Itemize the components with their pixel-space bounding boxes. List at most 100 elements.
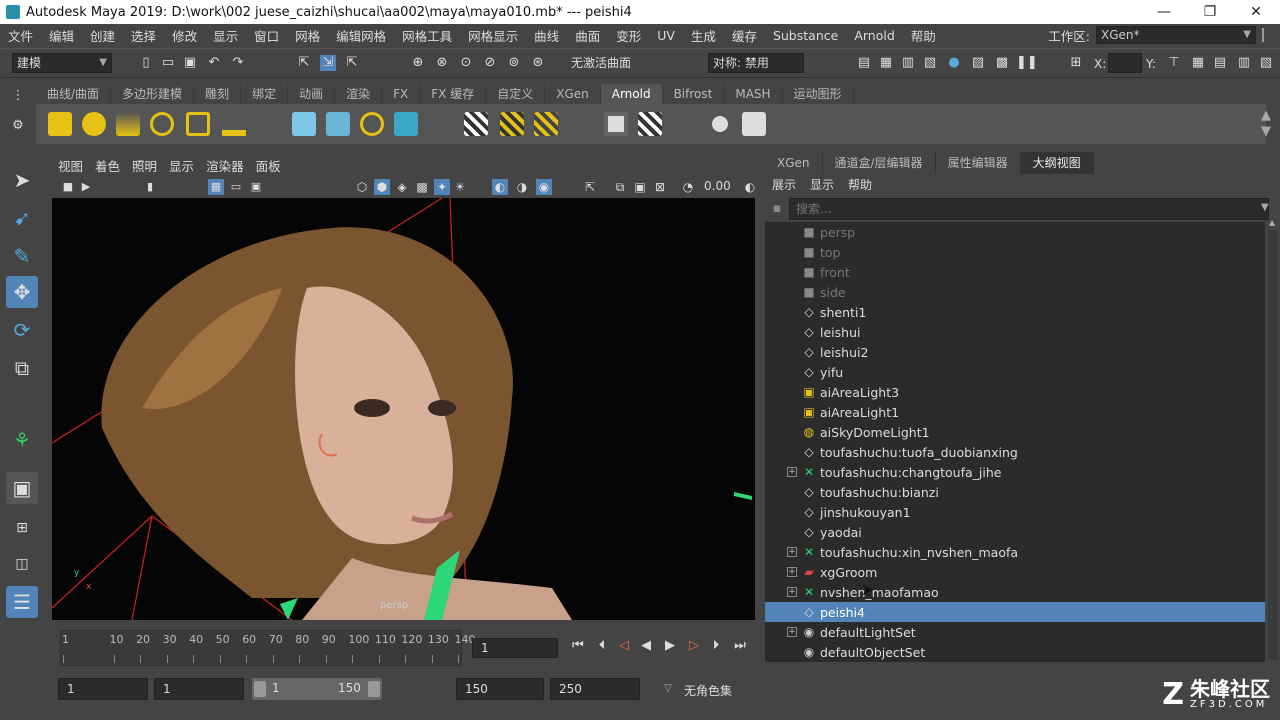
right-panel-tab[interactable]: XGen xyxy=(765,152,823,174)
hypershade-icon[interactable]: ● xyxy=(946,55,962,71)
viewport-menu-item[interactable]: 视图 xyxy=(52,156,89,175)
outliner-search-input[interactable] xyxy=(789,198,1269,220)
menu-item[interactable]: 变形 xyxy=(608,26,649,45)
lasso-tool-icon[interactable]: ➹ xyxy=(6,202,38,234)
expand-icon[interactable]: + xyxy=(787,587,797,597)
physical-sky-shelf-icon[interactable] xyxy=(222,112,246,136)
shelf-tab[interactable]: Arnold xyxy=(600,84,663,104)
select-object-icon[interactable]: ⇲ xyxy=(320,55,336,71)
expand-icon[interactable]: + xyxy=(787,467,797,477)
smooth-shade-icon[interactable]: ⬢ xyxy=(374,179,390,195)
grid-toggle-icon[interactable]: ▦ xyxy=(208,179,224,195)
outliner-menu-item[interactable]: 展示 xyxy=(765,176,803,193)
character-set-chevron-icon[interactable]: ▽ xyxy=(660,681,676,697)
timeline-track[interactable]: 1 10 20 30 40 50 60 70 80 90 100 110 120 130 140 xyxy=(60,630,475,666)
shelf-tab[interactable]: MASH xyxy=(724,84,783,104)
shelf-tab[interactable]: FX 缓存 xyxy=(420,84,487,104)
outliner-item[interactable]: ◉ defaultObjectSet xyxy=(765,642,1265,662)
select-camera-icon[interactable]: ■ xyxy=(60,179,76,195)
standin-shelf-icon[interactable] xyxy=(292,112,316,136)
area-light-shelf-icon[interactable] xyxy=(48,112,72,136)
menu-item[interactable]: 生成 xyxy=(683,26,724,45)
save-scene-icon[interactable]: ▣ xyxy=(182,55,198,71)
search-options-chevron-icon[interactable]: ▼ xyxy=(1261,202,1269,213)
outliner-item[interactable]: ◇ yifu xyxy=(765,362,1265,382)
flush-textures-shelf-icon[interactable] xyxy=(534,112,558,136)
shelf-tab[interactable]: 自定义 xyxy=(486,84,546,104)
bookmark-icon[interactable]: ▮ xyxy=(142,179,158,195)
outliner-item[interactable]: ◇ jinshukouyan1 xyxy=(765,502,1265,522)
menu-item[interactable]: Substance xyxy=(765,28,846,43)
menu-item[interactable]: 显示 xyxy=(205,26,246,45)
render-view-shelf-icon[interactable] xyxy=(604,112,628,136)
paint-select-tool-icon[interactable]: ✎ xyxy=(6,240,38,272)
play-shelf-icon[interactable] xyxy=(742,112,766,136)
outliner-layout-icon[interactable]: ☰ xyxy=(6,586,38,618)
outliner-item[interactable]: ■ persp xyxy=(765,222,1265,242)
shelf-tab[interactable]: 动画 xyxy=(288,84,336,104)
shelf-settings-icon[interactable]: ⚙ xyxy=(10,118,26,134)
menu-item[interactable]: 窗口 xyxy=(246,26,287,45)
current-frame-field[interactable]: 1 xyxy=(472,638,558,658)
outliner-item[interactable]: + ✕ toufashuchu:xin_nvshen_maofa xyxy=(765,542,1265,562)
viewport-menu-item[interactable]: 面板 xyxy=(250,156,287,175)
textured-icon[interactable]: ▩ xyxy=(414,179,430,195)
playback-end-field[interactable]: 150 xyxy=(456,678,544,700)
play-forward-icon[interactable]: ▶ xyxy=(662,638,678,654)
outliner-item[interactable]: ■ top xyxy=(765,242,1265,262)
shelf-tab[interactable]: 渲染 xyxy=(335,84,383,104)
step-back-key-icon[interactable]: ◁ xyxy=(616,638,632,654)
xgen-tool-icon[interactable]: ⚘ xyxy=(6,424,38,456)
workspace-dropdown[interactable]: XGen* ▼ xyxy=(1096,26,1256,44)
outliner-item[interactable]: ◇ shenti1 xyxy=(765,302,1265,322)
shelf-tab[interactable]: Bifrost xyxy=(663,84,725,104)
go-to-end-icon[interactable]: ⏭ xyxy=(732,638,748,654)
arnold-render-icon[interactable]: ▨ xyxy=(970,55,986,71)
render-current-frame-icon[interactable]: ▦ xyxy=(878,55,894,71)
export-standin-shelf-icon[interactable] xyxy=(326,112,350,136)
render-view-icon[interactable]: ▤ xyxy=(856,55,872,71)
skydome-shelf-icon[interactable] xyxy=(150,112,174,136)
transform-constraints-icon[interactable]: ⊞ xyxy=(1068,55,1084,71)
outliner-item[interactable]: + ✕ nvshen_maofamao xyxy=(765,582,1265,602)
depth-of-field-icon[interactable]: ⊠ xyxy=(652,179,668,195)
right-panel-tab[interactable]: 通道盒/层编辑器 xyxy=(823,152,936,174)
character-set-label[interactable]: 无角色集 xyxy=(684,682,732,699)
resolution-gate-icon[interactable]: ▣ xyxy=(248,179,264,195)
menu-item[interactable]: 缓存 xyxy=(724,26,765,45)
menu-item[interactable]: 修改 xyxy=(164,26,205,45)
shelf-scroll-down-icon[interactable]: ▼ xyxy=(1258,124,1274,140)
shadows-icon[interactable]: ☀ xyxy=(452,179,468,195)
outliner-item[interactable]: ◇ leishui xyxy=(765,322,1265,342)
snap-grid-icon[interactable]: ⊕ xyxy=(410,55,426,71)
range-end-handle[interactable] xyxy=(368,681,380,697)
workspace-lock-icon[interactable] xyxy=(1262,28,1272,42)
use-all-lights-icon[interactable]: ✦ xyxy=(434,179,450,195)
menu-item[interactable]: 文件 xyxy=(0,26,41,45)
redo-icon[interactable]: ↷ xyxy=(230,55,246,71)
viewport-menu-item[interactable]: 照明 xyxy=(126,156,163,175)
right-panel-tab[interactable]: 属性编辑器 xyxy=(936,152,1021,174)
ambient-occlusion-icon[interactable]: ⧉ xyxy=(612,179,628,195)
snap-live-icon[interactable]: ⊛ xyxy=(530,55,546,71)
expand-icon[interactable]: + xyxy=(787,627,797,637)
outliner-item[interactable]: ■ side xyxy=(765,282,1265,302)
shelf-tab[interactable]: 多边形建模 xyxy=(111,84,195,104)
rotate-tool-icon[interactable]: ⟳ xyxy=(6,314,38,346)
perspective-viewport[interactable]: y x persp xyxy=(52,198,755,620)
shelf-grip-icon[interactable]: ⋮ xyxy=(10,88,26,104)
expand-icon[interactable]: + xyxy=(787,547,797,557)
undo-icon[interactable]: ↶ xyxy=(206,55,222,71)
outliner-menu-item[interactable]: 帮助 xyxy=(841,176,879,193)
arnold-ipr-icon[interactable]: ▩ xyxy=(994,55,1010,71)
x-coord-field[interactable] xyxy=(1108,53,1142,73)
new-scene-icon[interactable]: ▯ xyxy=(138,55,154,71)
select-hierarchy-icon[interactable]: ⇱ xyxy=(296,55,312,71)
menu-item[interactable]: 创建 xyxy=(82,26,123,45)
filter-icon[interactable]: ▪ xyxy=(769,201,785,217)
select-tool-icon[interactable]: ➤ xyxy=(6,164,38,196)
tx-manager-shelf-icon[interactable] xyxy=(464,112,488,136)
shelf-tab[interactable]: 绑定 xyxy=(241,84,289,104)
range-start-handle[interactable] xyxy=(254,681,266,697)
xray-joints-icon[interactable]: ◑ xyxy=(514,179,530,195)
